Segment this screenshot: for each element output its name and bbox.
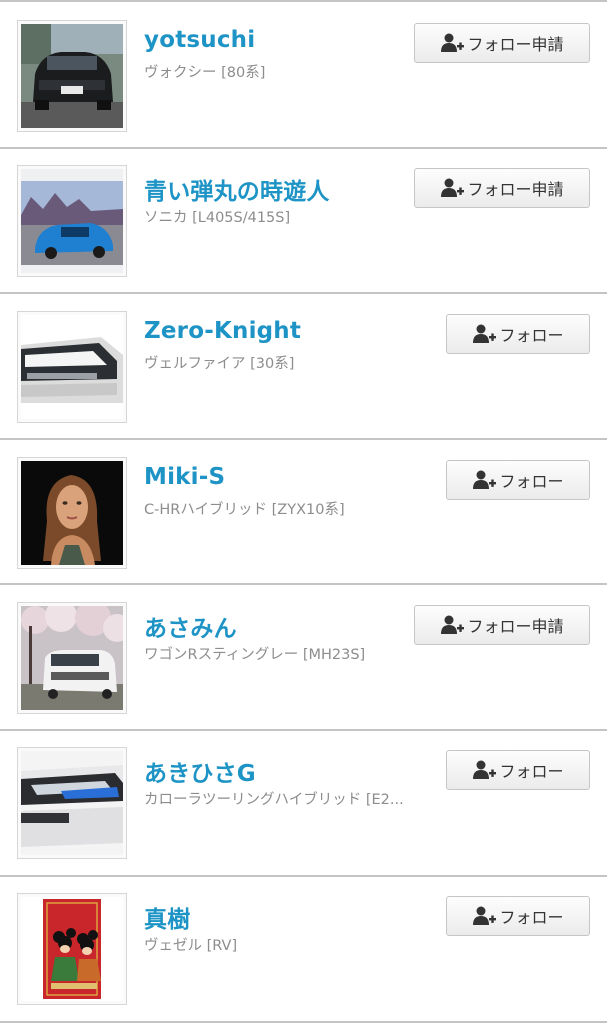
user-row[interactable]: あさみん ワゴンRスティングレー [MH23S] フォロー申請 (0, 585, 607, 729)
user-name[interactable]: yotsuchi (144, 27, 255, 53)
follow-button[interactable]: フォロー (446, 460, 590, 500)
white-car-blossom-photo (21, 606, 123, 710)
follow-button-label: フォロー申請 (467, 180, 564, 199)
user-name[interactable]: 真樹 (144, 900, 190, 934)
follow-button-label: フォロー (499, 472, 564, 491)
add-user-icon (440, 177, 465, 199)
add-user-icon (440, 614, 465, 636)
user-avatar[interactable] (17, 602, 127, 714)
user-name[interactable]: Zero-Knight (144, 318, 301, 344)
blue-car-photo (21, 169, 123, 273)
car-headlight-photo (21, 315, 123, 419)
doll-portrait-photo (21, 461, 123, 565)
follow-request-button[interactable]: フォロー申請 (414, 23, 590, 63)
divider (0, 1021, 607, 1023)
user-row[interactable]: yotsuchi ヴォクシー [80系] フォロー申請 (0, 3, 607, 147)
follow-button-label: フォロー (499, 326, 564, 345)
user-row[interactable]: 真樹 ヴェゼル [RV] フォロー (0, 876, 607, 1020)
user-car: ヴォクシー [80系] (144, 65, 266, 81)
user-car: ヴェルファイア [30系] (144, 356, 295, 372)
user-avatar[interactable] (17, 457, 127, 569)
user-row[interactable]: Miki-S C-HRハイブリッド [ZYX10系] フォロー (0, 440, 607, 584)
follow-button-label: フォロー申請 (467, 617, 564, 636)
add-user-icon (472, 759, 497, 781)
add-user-icon (472, 905, 497, 927)
headlight-closeup-photo (21, 751, 123, 855)
follow-request-button[interactable]: フォロー申請 (414, 605, 590, 645)
mouse-card-photo (21, 897, 123, 1001)
divider (0, 0, 607, 2)
follow-button[interactable]: フォロー (446, 750, 590, 790)
user-car: ソニカ [L405S/415S] (144, 210, 291, 226)
follow-request-button[interactable]: フォロー申請 (414, 168, 590, 208)
user-car: カローラツーリングハイブリッド [E2... (144, 792, 404, 808)
user-row[interactable]: 青い弾丸の時遊人 ソニカ [L405S/415S] フォロー申請 (0, 148, 607, 292)
user-car: ヴェゼル [RV] (144, 938, 238, 954)
follow-button[interactable]: フォロー (446, 314, 590, 354)
user-avatar[interactable] (17, 165, 127, 277)
user-name[interactable]: あきひさG (144, 754, 256, 788)
follow-button[interactable]: フォロー (446, 896, 590, 936)
user-row[interactable]: あきひさG カローラツーリングハイブリッド [E2... フォロー (0, 730, 607, 874)
add-user-icon (472, 323, 497, 345)
user-name[interactable]: 青い弾丸の時遊人 (144, 172, 330, 206)
follow-button-label: フォロー (499, 908, 564, 927)
follow-button-label: フォロー申請 (467, 35, 564, 54)
user-list: yotsuchi ヴォクシー [80系] フォロー申請 青い弾丸の時遊人 ソニカ (0, 0, 607, 1024)
user-avatar[interactable] (17, 311, 127, 423)
user-row[interactable]: Zero-Knight ヴェルファイア [30系] フォロー (0, 294, 607, 438)
user-avatar[interactable] (17, 747, 127, 859)
user-name[interactable]: あさみん (144, 609, 237, 643)
user-avatar[interactable] (17, 893, 127, 1005)
add-user-icon (440, 32, 465, 54)
user-car: C-HRハイブリッド [ZYX10系] (144, 502, 345, 518)
add-user-icon (472, 469, 497, 491)
user-avatar[interactable] (17, 20, 127, 132)
user-car: ワゴンRスティングレー [MH23S] (144, 647, 366, 663)
follow-button-label: フォロー (499, 762, 564, 781)
user-name[interactable]: Miki-S (144, 464, 225, 490)
car-front-dark-photo (21, 24, 123, 128)
